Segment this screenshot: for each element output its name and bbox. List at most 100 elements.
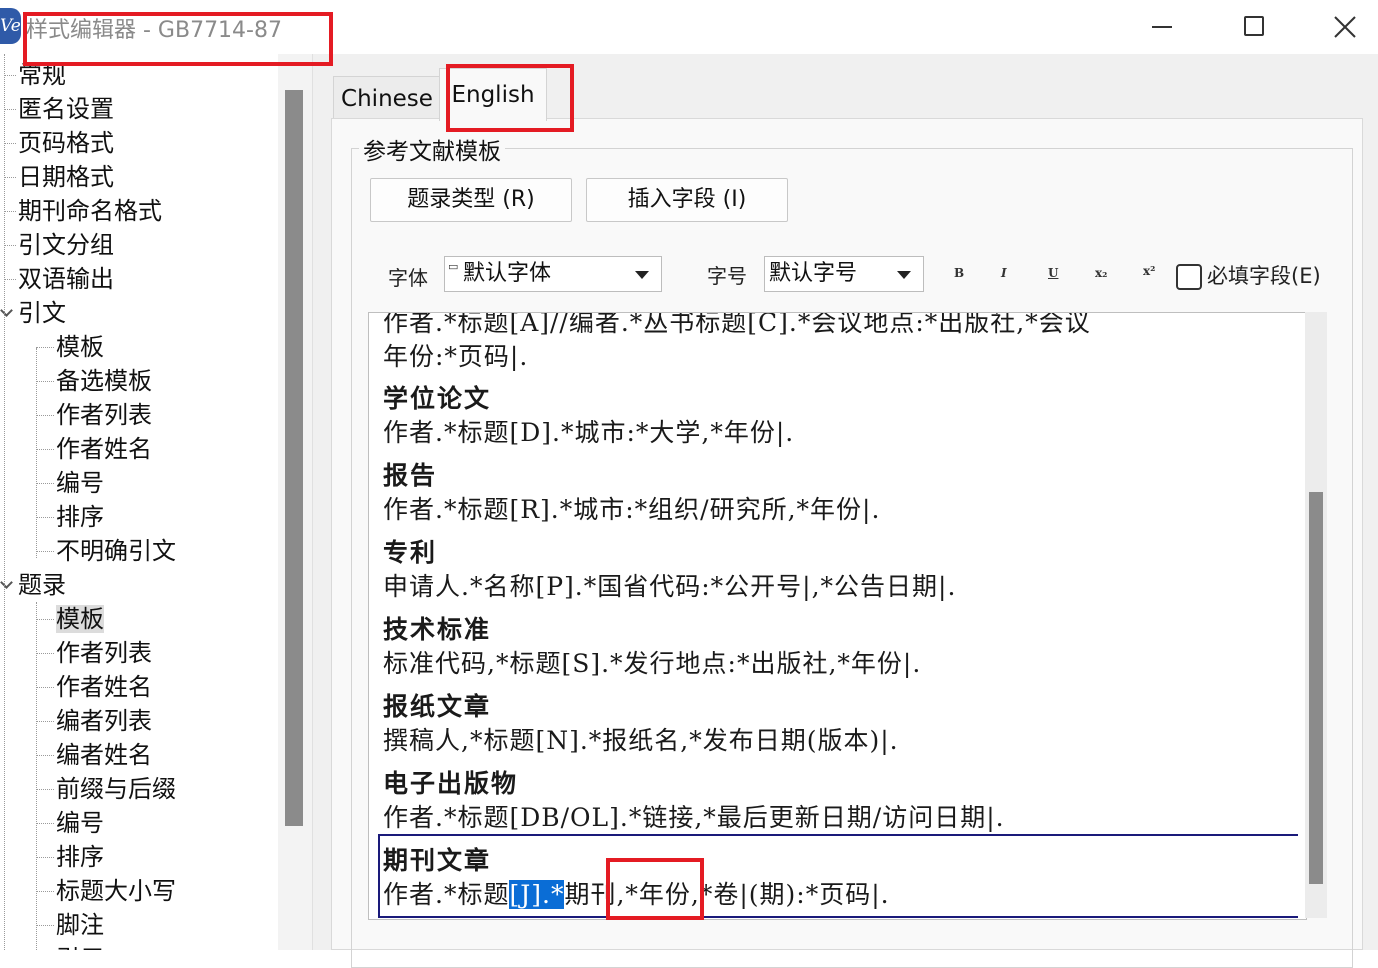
ref-template-line: 作者.*标题[DB/OL].*链接,*最后更新日期/访问日期|.: [383, 803, 1005, 832]
expand-chevron-icon[interactable]: [0, 304, 13, 317]
tree-item-label: 引用: [56, 945, 104, 950]
maximize-button[interactable]: [1208, 0, 1300, 54]
tree-item-label: 题录: [18, 571, 66, 599]
tree-item[interactable]: 页码格式: [18, 126, 114, 160]
ref-template-line: 年份:*页码|.: [383, 342, 529, 371]
tree-item[interactable]: 引文: [18, 296, 66, 330]
tree-guide: [36, 415, 54, 416]
font-select[interactable]: ▭ 默认字体: [444, 256, 662, 292]
tree-item[interactable]: 双语输出: [18, 262, 114, 296]
ref-template-line: 作者.*标题[R].*城市:*组织/研究所,*年份|.: [383, 495, 881, 524]
tree-item[interactable]: 作者列表: [56, 636, 152, 670]
ref-type-heading: 报纸文章: [383, 692, 492, 721]
tree-item-label: 双语输出: [18, 265, 114, 293]
tree-item[interactable]: 作者姓名: [56, 670, 152, 704]
tree-item-label: 排序: [56, 503, 104, 531]
tree-item-label: 作者姓名: [56, 673, 152, 701]
group-label: 参考文献模板: [359, 132, 505, 166]
tree-item-label: 编号: [56, 469, 104, 497]
tree-guide: [36, 653, 54, 654]
tree-guide: [36, 687, 54, 688]
expand-chevron-icon[interactable]: [0, 576, 13, 589]
tab-english[interactable]: English: [439, 68, 547, 121]
tree-item[interactable]: 引文分组: [18, 228, 114, 262]
tree-item[interactable]: 日期格式: [18, 160, 114, 194]
tree-item[interactable]: 不明确引文: [56, 534, 176, 568]
tree-item-label: 作者列表: [56, 401, 152, 429]
tree-item[interactable]: 常规: [18, 58, 66, 92]
minimize-button[interactable]: [1116, 0, 1208, 54]
tree-guide: [36, 755, 54, 756]
tree-item[interactable]: 编者列表: [56, 704, 152, 738]
required-field-label: 必填字段(E): [1207, 264, 1321, 288]
tree-scrollbar-thumb[interactable]: [285, 90, 303, 826]
editor-pane: Chinese English 参考文献模板 题录类型 (R) 插入字段 (I)…: [313, 54, 1378, 968]
tree-item-label: 排序: [56, 843, 104, 871]
tree-item[interactable]: 模板: [56, 602, 104, 636]
tree-item[interactable]: 编号: [56, 806, 104, 840]
tree-item-label: 编号: [56, 809, 104, 837]
tab-chinese[interactable]: Chinese: [333, 76, 441, 121]
chevron-down-icon: [635, 271, 649, 279]
superscript-button[interactable]: x²: [1143, 264, 1155, 278]
tree-guide: [36, 721, 54, 722]
window-title: 样式编辑器 - GB7714-87: [26, 18, 282, 43]
ref-template-line: 撰稿人,*标题[N].*报纸名,*发布日期(版本)|.: [383, 726, 899, 755]
ref-template-line: 申请人.*名称[P].*国省代码:*公开号|,*公告日期|.: [383, 572, 957, 601]
title-bar: Ve 样式编辑器 - GB7714-87: [0, 0, 1378, 54]
editor-scrollbar-thumb[interactable]: [1309, 492, 1323, 884]
ref-type-heading: 电子出版物: [383, 769, 519, 798]
tree-guide: [36, 619, 54, 620]
tree-guide: [4, 177, 16, 178]
tree-item[interactable]: 前缀与后缀: [56, 772, 176, 806]
tree-item-label: 标题大小写: [56, 877, 176, 905]
tree-item[interactable]: 排序: [56, 500, 104, 534]
ref-type-button[interactable]: 题录类型 (R): [370, 178, 572, 222]
tree-item[interactable]: 备选模板: [56, 364, 152, 398]
underline-button[interactable]: U: [1048, 266, 1058, 280]
tree-guide: [36, 823, 54, 824]
subscript-button[interactable]: x₂: [1095, 266, 1107, 280]
tree-item-label: 模板: [56, 333, 104, 361]
tree-item[interactable]: 作者姓名: [56, 432, 152, 466]
tree-item[interactable]: 作者列表: [56, 398, 152, 432]
tree-guide: [36, 602, 37, 950]
tree-item[interactable]: 模板: [56, 330, 104, 364]
tree-guide: [4, 245, 16, 246]
tree-item-label: 备选模板: [56, 367, 152, 395]
tree-guide: [36, 483, 54, 484]
insert-field-button[interactable]: 插入字段 (I): [586, 178, 788, 222]
settings-tree: 常规 匿名设置 页码格式 日期格式 期刊命名格式 引文分组 双语输出 引文 模板 备选模板 作者列表…: [0, 54, 313, 950]
bold-button[interactable]: B: [954, 266, 964, 280]
tree-item[interactable]: 标题大小写: [56, 874, 176, 908]
tree-item[interactable]: 期刊命名格式: [18, 194, 162, 228]
tree-guide: [36, 891, 54, 892]
font-select-value: 默认字体: [463, 261, 552, 286]
tree-item[interactable]: 题录: [18, 568, 66, 602]
close-button[interactable]: [1300, 0, 1378, 54]
tree-guide: [36, 789, 54, 790]
tree-guide: [36, 381, 54, 382]
chevron-down-icon: [897, 271, 911, 279]
italic-button[interactable]: I: [1001, 266, 1007, 280]
size-select[interactable]: 默认字号: [764, 256, 924, 292]
tree-item-label: 作者列表: [56, 639, 152, 667]
tree-guide: [4, 75, 16, 76]
tree-item[interactable]: 脚注: [56, 908, 104, 942]
size-select-value: 默认字号: [769, 261, 858, 286]
tree-guide: [4, 143, 16, 144]
tree-item[interactable]: 引用: [56, 942, 104, 950]
tree-item[interactable]: 匿名设置: [18, 92, 114, 126]
tree-item[interactable]: 编号: [56, 466, 104, 500]
tree-item-label: 编者姓名: [56, 741, 152, 769]
tree-guide: [36, 348, 37, 558]
app-icon: Ve: [0, 8, 21, 44]
tree-item-label: 常规: [18, 61, 66, 89]
size-label: 字号: [707, 264, 747, 288]
tree-item-label: 模板: [56, 605, 104, 633]
tree-item[interactable]: 排序: [56, 840, 104, 874]
tree-item-label: 编者列表: [56, 707, 152, 735]
template-editor[interactable]: 作者.*标题[A]//编者.*丛书标题[C].*会议地点:*出版社,*会议 年份:…: [368, 312, 1307, 920]
tree-item[interactable]: 编者姓名: [56, 738, 152, 772]
required-field-checkbox[interactable]: [1176, 264, 1202, 290]
